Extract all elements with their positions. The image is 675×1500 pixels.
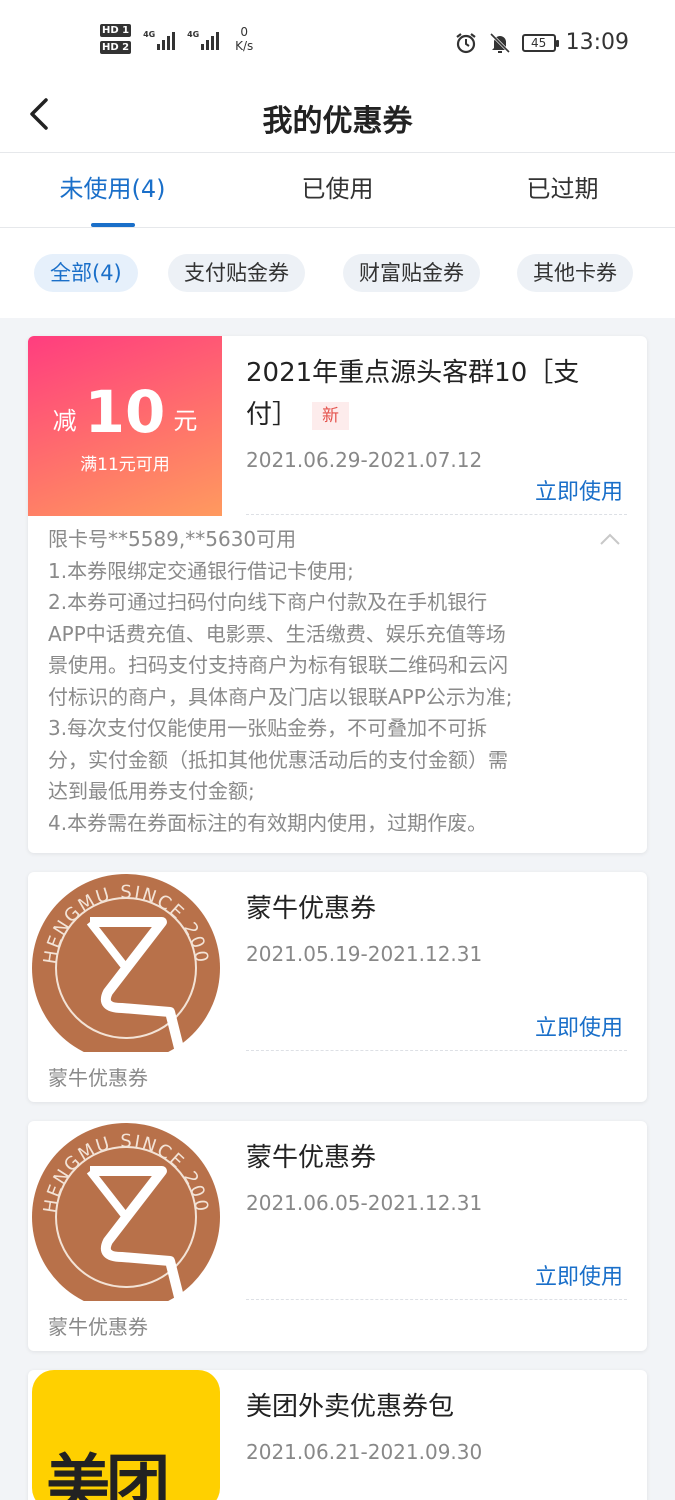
network-type-2: 4G [187,30,200,39]
rule-line: 2.本券可通过扫码付向线下商户付款及在手机银行 [48,590,488,614]
filter-payment-coupon[interactable]: 支付贴金券 [168,254,305,292]
page-title: 我的优惠券 [262,104,413,139]
coupon-validity: 2021.06.29-2021.07.12 [246,448,483,472]
meituan-logo-text: 美团 [46,1449,170,1500]
coupon-card[interactable]: 美团 美团外卖优惠券包 2021.06.21-2021.09.30 [28,1370,647,1500]
nav-header: 我的优惠券 [0,80,675,152]
coupon-caption: 蒙牛优惠券 [48,1315,148,1339]
speed-value: 0 [240,25,249,39]
dashed-divider [246,514,627,515]
tab-expired[interactable]: 已过期 [450,153,675,227]
coupon-info: 蒙牛优惠券 2021.06.05-2021.12.31 [246,1137,627,1215]
coupon-title-line1: 2021年重点源头客群10［支 [246,358,580,388]
hd2-indicator: HD 2 [100,41,132,54]
coupon-validity: 2021.06.05-2021.12.31 [246,1191,483,1215]
status-bar: HD 1 HD 2 4G 4G 0 K/s 45 13:09 [0,0,675,80]
rule-line: 1.本券限绑定交通银行借记卡使用; [48,558,354,583]
coupon-title-line2: 付］ 新 [246,394,627,436]
signal-icon-2: 4G [187,28,220,50]
rule-line: 景使用。扫码支付支持商户为标有银联二维码和云闪 [48,653,508,677]
rule-line: APP中话费充值、电影票、生活缴费、娱乐充值等场 [48,621,506,646]
filter-wealth-coupon[interactable]: 财富贴金券 [343,254,480,292]
battery-icon: 45 [521,33,559,52]
meituan-logo: 美团 [32,1370,220,1500]
alarm-icon [455,32,476,53]
coupon-card[interactable]: SHENGMU SINCE 2009 蒙牛优惠券 2021.05.19-2021… [28,872,647,1102]
coupon-card[interactable]: 减 10 元 满11元可用 2021年重点源头客群10［支 付］ 新 2021.0… [28,336,647,853]
network-type-1: 4G [143,30,156,39]
discount-prefix: 减 [52,407,77,435]
use-now-button[interactable]: 立即使用 [535,1010,623,1042]
rule-line: 限卡号**5589,**5630可用 [48,527,297,551]
shengmu-logo: SHENGMU SINCE 2009 [30,1121,220,1301]
coupon-title: 蒙牛优惠券 [246,894,377,924]
speed-unit: K/s [235,39,254,53]
network-speed: 0 K/s [235,25,253,53]
filter-bar: 全部(4) 支付贴金券 财富贴金券 其他卡券 [0,228,675,318]
tab-used[interactable]: 已使用 [225,153,450,227]
shengmu-logo: SHENGMU SINCE 2009 [30,872,220,1052]
rule-line: 分，实付金额（抵扣其他优惠活动后的支付金额）需 [48,747,508,772]
coupon-title: 蒙牛优惠券 [246,1143,377,1173]
signal-icon: 4G [143,28,176,50]
discount-amount: 10 [84,378,166,446]
status-tabs: 未使用(4) 已使用 已过期 [0,152,675,228]
hd1-indicator: HD 1 [100,24,132,37]
coupon-info: 蒙牛优惠券 2021.05.19-2021.12.31 [246,888,627,966]
rule-line: 达到最低用券支付金额; [48,779,255,803]
coupon-card[interactable]: SHENGMU SINCE 2009 蒙牛优惠券 2021.06.05-2021… [28,1121,647,1351]
coupon-title: 美团外卖优惠券包 [246,1392,455,1422]
filter-other-cards[interactable]: 其他卡券 [517,254,633,292]
coupon-title-text: 付］ [246,400,299,430]
coupon-caption: 蒙牛优惠券 [48,1066,148,1090]
new-badge: 新 [312,401,350,430]
use-now-button[interactable]: 立即使用 [535,1259,623,1291]
coupon-rules: 限卡号**5589,**5630可用 1.本券限绑定交通银行借记卡使用; 2.本… [48,524,617,839]
dashed-divider [246,1050,627,1051]
rule-line: 3.每次支付仅能使用一张贴金券，不可叠加不可拆 [48,716,488,740]
dashed-divider [246,1299,627,1300]
clock: 13:09 [565,30,629,55]
coupon-info: 2021年重点源头客群10［支 付］ 新 2021.06.29-2021.07.1… [246,352,627,472]
use-now-button[interactable]: 立即使用 [535,474,623,506]
coupon-validity: 2021.05.19-2021.12.31 [246,942,483,966]
coupon-value-badge: 减 10 元 满11元可用 [28,336,222,516]
bell-muted-icon [489,32,510,53]
filter-all[interactable]: 全部(4) [34,254,138,292]
rule-line: 4.本券需在券面标注的有效期内使用，过期作废。 [48,810,488,835]
rule-line: 付标识的商户，具体商户及门店以银联APP公示为准; [48,684,513,709]
coupon-info: 美团外卖优惠券包 2021.06.21-2021.09.30 [246,1386,627,1464]
tab-unused[interactable]: 未使用(4) [0,153,225,227]
coupon-validity: 2021.06.21-2021.09.30 [246,1440,483,1464]
discount-condition: 满11元可用 [80,455,170,475]
discount-unit: 元 [173,407,198,435]
